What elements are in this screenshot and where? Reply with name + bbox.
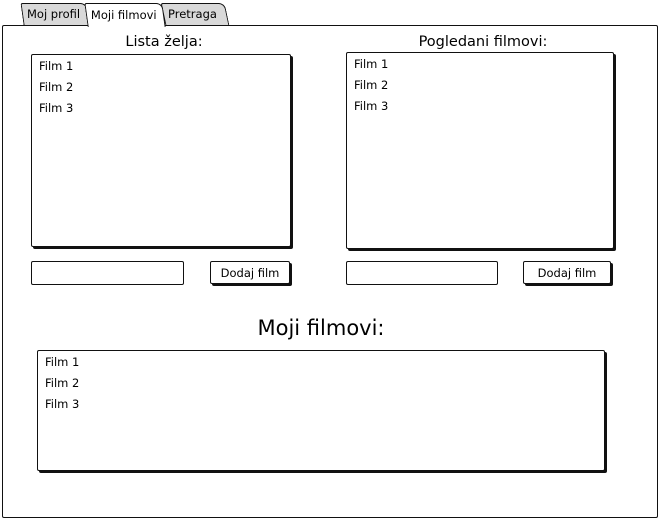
tab-moji-filmovi[interactable]: Moji filmovi xyxy=(84,3,166,27)
list-item[interactable]: Film 3 xyxy=(347,96,613,117)
tab-pretraga[interactable]: Pretraga xyxy=(160,3,230,25)
watched-title: Pogledani filmovi: xyxy=(418,34,548,50)
tab-content-panel: Lista želja: Film 1 Film 2 Film 3 Dodaj … xyxy=(2,25,658,518)
my-movies-title: Moji filmovi: xyxy=(257,316,385,340)
wishlist-movie-input[interactable] xyxy=(31,261,184,285)
tab-moj-profil[interactable]: Moj profil xyxy=(20,3,90,25)
watched-listbox[interactable]: Film 1 Film 2 Film 3 xyxy=(346,52,614,249)
watched-add-movie-button[interactable]: Dodaj film xyxy=(523,261,611,284)
tab-moj-profil-label: Moj profil xyxy=(27,7,81,21)
my-movies-listbox[interactable]: Film 1 Film 2 Film 3 xyxy=(37,350,605,471)
list-item[interactable]: Film 2 xyxy=(38,373,604,394)
list-item[interactable]: Film 3 xyxy=(32,98,290,119)
tab-bar: Moj profil Pretraga Moji filmovi xyxy=(0,0,660,28)
list-item[interactable]: Film 2 xyxy=(32,77,290,98)
list-item[interactable]: Film 1 xyxy=(38,352,604,373)
wishlist-listbox[interactable]: Film 1 Film 2 Film 3 xyxy=(31,54,291,247)
watched-movie-input[interactable] xyxy=(346,261,498,285)
list-item[interactable]: Film 1 xyxy=(347,54,613,75)
list-item[interactable]: Film 2 xyxy=(347,75,613,96)
wishlist-add-movie-button[interactable]: Dodaj film xyxy=(210,261,290,284)
tab-pretraga-label: Pretraga xyxy=(168,7,217,21)
wishlist-title: Lista želja: xyxy=(125,34,203,50)
list-item[interactable]: Film 3 xyxy=(38,394,604,415)
tab-moji-filmovi-label: Moji filmovi xyxy=(90,8,157,22)
list-item[interactable]: Film 1 xyxy=(32,56,290,77)
